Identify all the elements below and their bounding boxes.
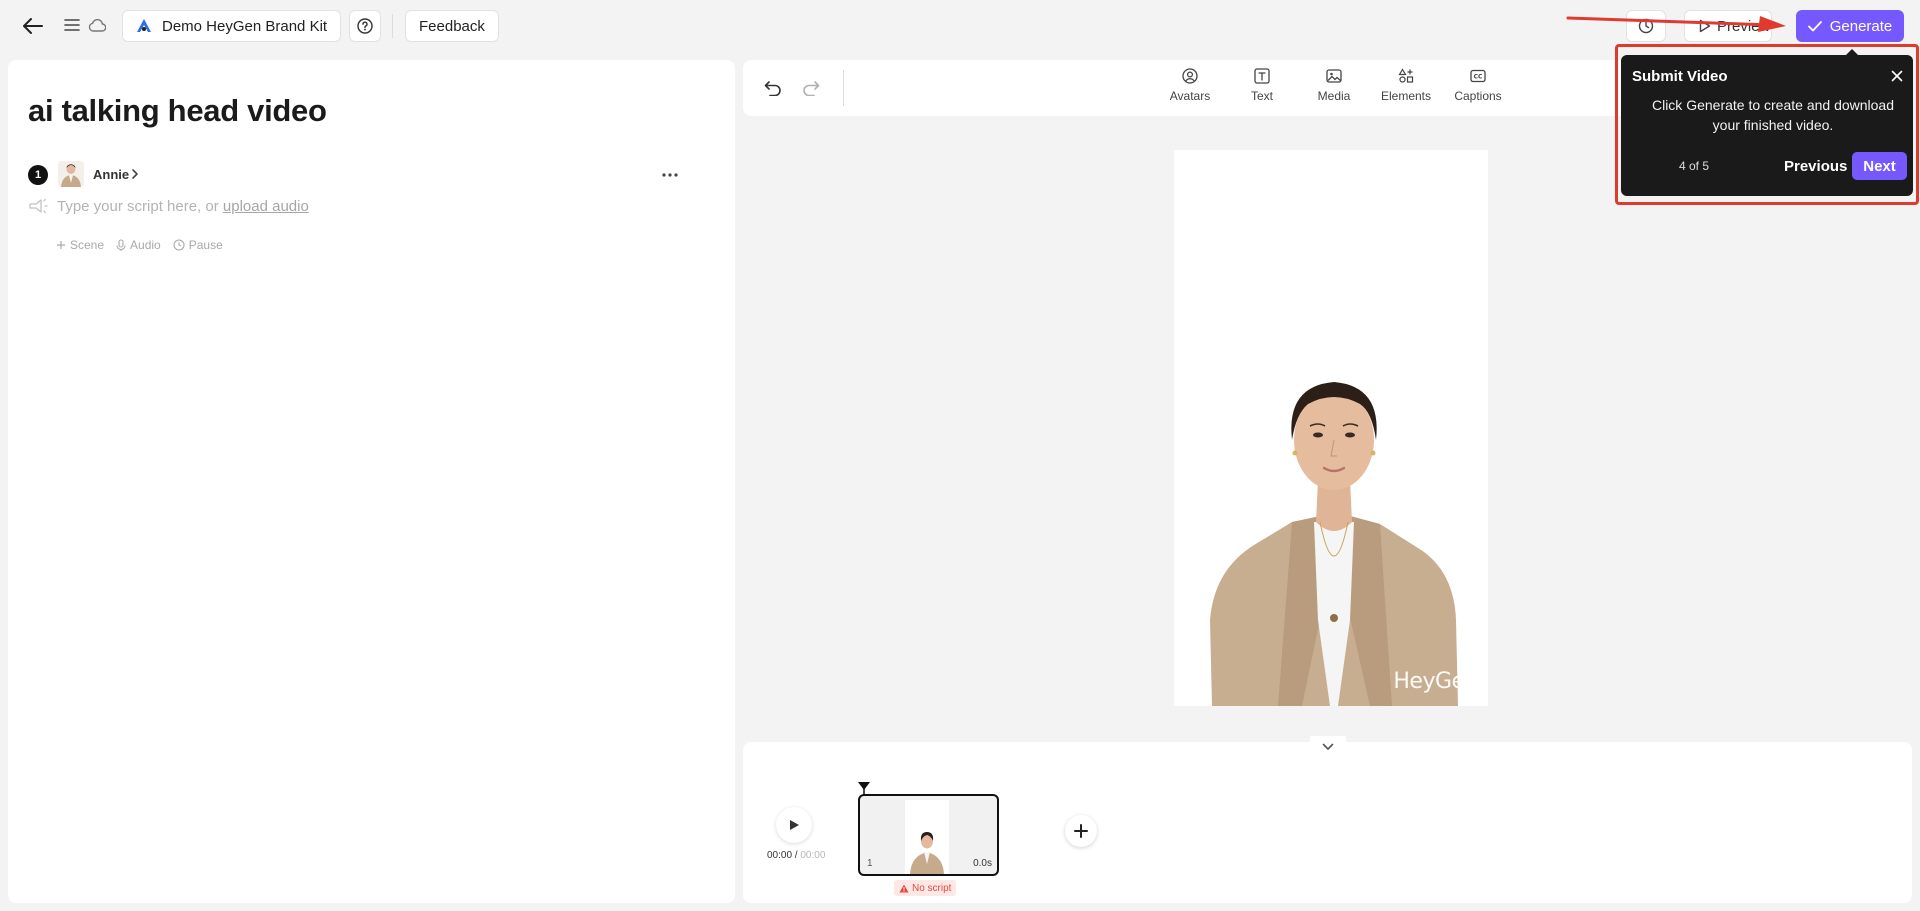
previous-button[interactable]: Previous	[1776, 152, 1855, 180]
undo-icon[interactable]	[763, 78, 783, 98]
tooltip-title: Submit Video	[1632, 68, 1728, 85]
tool-label: Avatars	[1169, 89, 1211, 103]
brand-kit-label: Demo HeyGen Brand Kit	[162, 17, 328, 35]
sparkle-icon	[28, 197, 50, 217]
tooltip-body: Click Generate to create and download yo…	[1651, 97, 1895, 133]
add-scene-action[interactable]: Scene	[56, 238, 104, 252]
warning-label: No script	[912, 882, 952, 894]
generate-label: Generate	[1829, 17, 1893, 35]
captions-icon: CC	[1470, 68, 1486, 84]
next-button[interactable]: Next	[1852, 152, 1907, 180]
help-icon[interactable]	[349, 10, 381, 42]
close-icon[interactable]	[1890, 69, 1904, 83]
tool-media[interactable]: Media	[1302, 68, 1366, 110]
script-input[interactable]: Type your script here, or upload audio	[57, 198, 309, 215]
pause-icon	[173, 239, 185, 251]
more-icon[interactable]	[658, 165, 682, 185]
tool-elements[interactable]: Elements	[1374, 68, 1438, 110]
avatar-icon	[1182, 68, 1198, 84]
time-readout: 00:00 / 00:00	[767, 850, 825, 861]
pointer-arrow	[1566, 16, 1786, 32]
audio-action-label: Audio	[130, 238, 161, 252]
warning-icon	[899, 884, 909, 893]
script-panel: ai talking head video 1 Annie Type your …	[8, 60, 735, 903]
tool-label: Text	[1250, 89, 1273, 103]
media-icon	[1326, 68, 1342, 84]
video-title[interactable]: ai talking head video	[28, 93, 327, 129]
warning-badge: No script	[894, 880, 957, 896]
elements-icon	[1398, 68, 1414, 84]
brand-logo-icon	[136, 18, 152, 34]
clip-number: 1	[867, 858, 873, 869]
tool-label: Media	[1317, 89, 1351, 103]
script-placeholder: Type your script here, or	[57, 198, 219, 215]
chevron-right-icon[interactable]	[131, 168, 143, 182]
tool-label: Captions	[1454, 89, 1502, 103]
check-icon	[1807, 20, 1822, 32]
scene-action-label: Scene	[70, 238, 105, 252]
plus-icon	[1074, 824, 1088, 838]
scene-number-badge: 1	[28, 165, 48, 185]
add-pause-action[interactable]: Pause	[173, 238, 223, 252]
avatar-name[interactable]: Annie	[93, 167, 129, 182]
add-audio-action[interactable]: Audio	[116, 238, 161, 252]
scene-actions: Scene Audio Pause	[56, 238, 223, 252]
play-button[interactable]	[776, 807, 812, 843]
divider	[392, 14, 393, 38]
upload-audio-link[interactable]: upload audio	[223, 198, 309, 215]
timeline: 00:00 / 00:00 1 0.0s No script	[743, 736, 1912, 903]
add-scene-button[interactable]	[1065, 815, 1097, 847]
avatar[interactable]	[58, 161, 84, 187]
feedback-button[interactable]: Feedback	[405, 10, 499, 42]
brand-kit-button[interactable]: Demo HeyGen Brand Kit	[122, 10, 342, 42]
pause-action-label: Pause	[188, 238, 223, 252]
video-canvas[interactable]: HeyGen	[1174, 150, 1488, 706]
divider	[843, 70, 844, 106]
total-time: 00:00	[800, 850, 826, 861]
current-time: 00:00	[767, 850, 793, 861]
onboarding-tooltip: Submit Video Click Generate to create an…	[1621, 55, 1913, 196]
tool-text[interactable]: Text	[1230, 68, 1294, 110]
tooltip-step: 4 of 5	[1679, 159, 1710, 173]
tool-avatars[interactable]: Avatars	[1158, 68, 1222, 110]
chevron-down-icon[interactable]	[1310, 736, 1346, 758]
play-icon	[789, 819, 800, 831]
back-arrow-icon[interactable]	[20, 13, 46, 39]
redo-icon[interactable]	[801, 78, 821, 98]
scene-clip[interactable]: 1 0.0s	[858, 794, 999, 876]
text-icon	[1254, 68, 1270, 84]
cloud-icon	[86, 15, 108, 35]
avatar-figure	[1210, 382, 1458, 706]
generate-button[interactable]: Generate	[1796, 10, 1904, 42]
menu-icon[interactable]	[62, 14, 82, 36]
tool-captions[interactable]: CC Captions	[1446, 68, 1510, 110]
watermark: HeyGen	[1393, 669, 1478, 694]
clip-thumbnail	[905, 800, 949, 874]
mic-icon	[116, 238, 126, 252]
plus-icon	[56, 240, 66, 250]
tool-label: Elements	[1380, 89, 1432, 103]
clip-duration: 0.0s	[973, 858, 992, 869]
svg-text:CC: CC	[1474, 74, 1483, 81]
